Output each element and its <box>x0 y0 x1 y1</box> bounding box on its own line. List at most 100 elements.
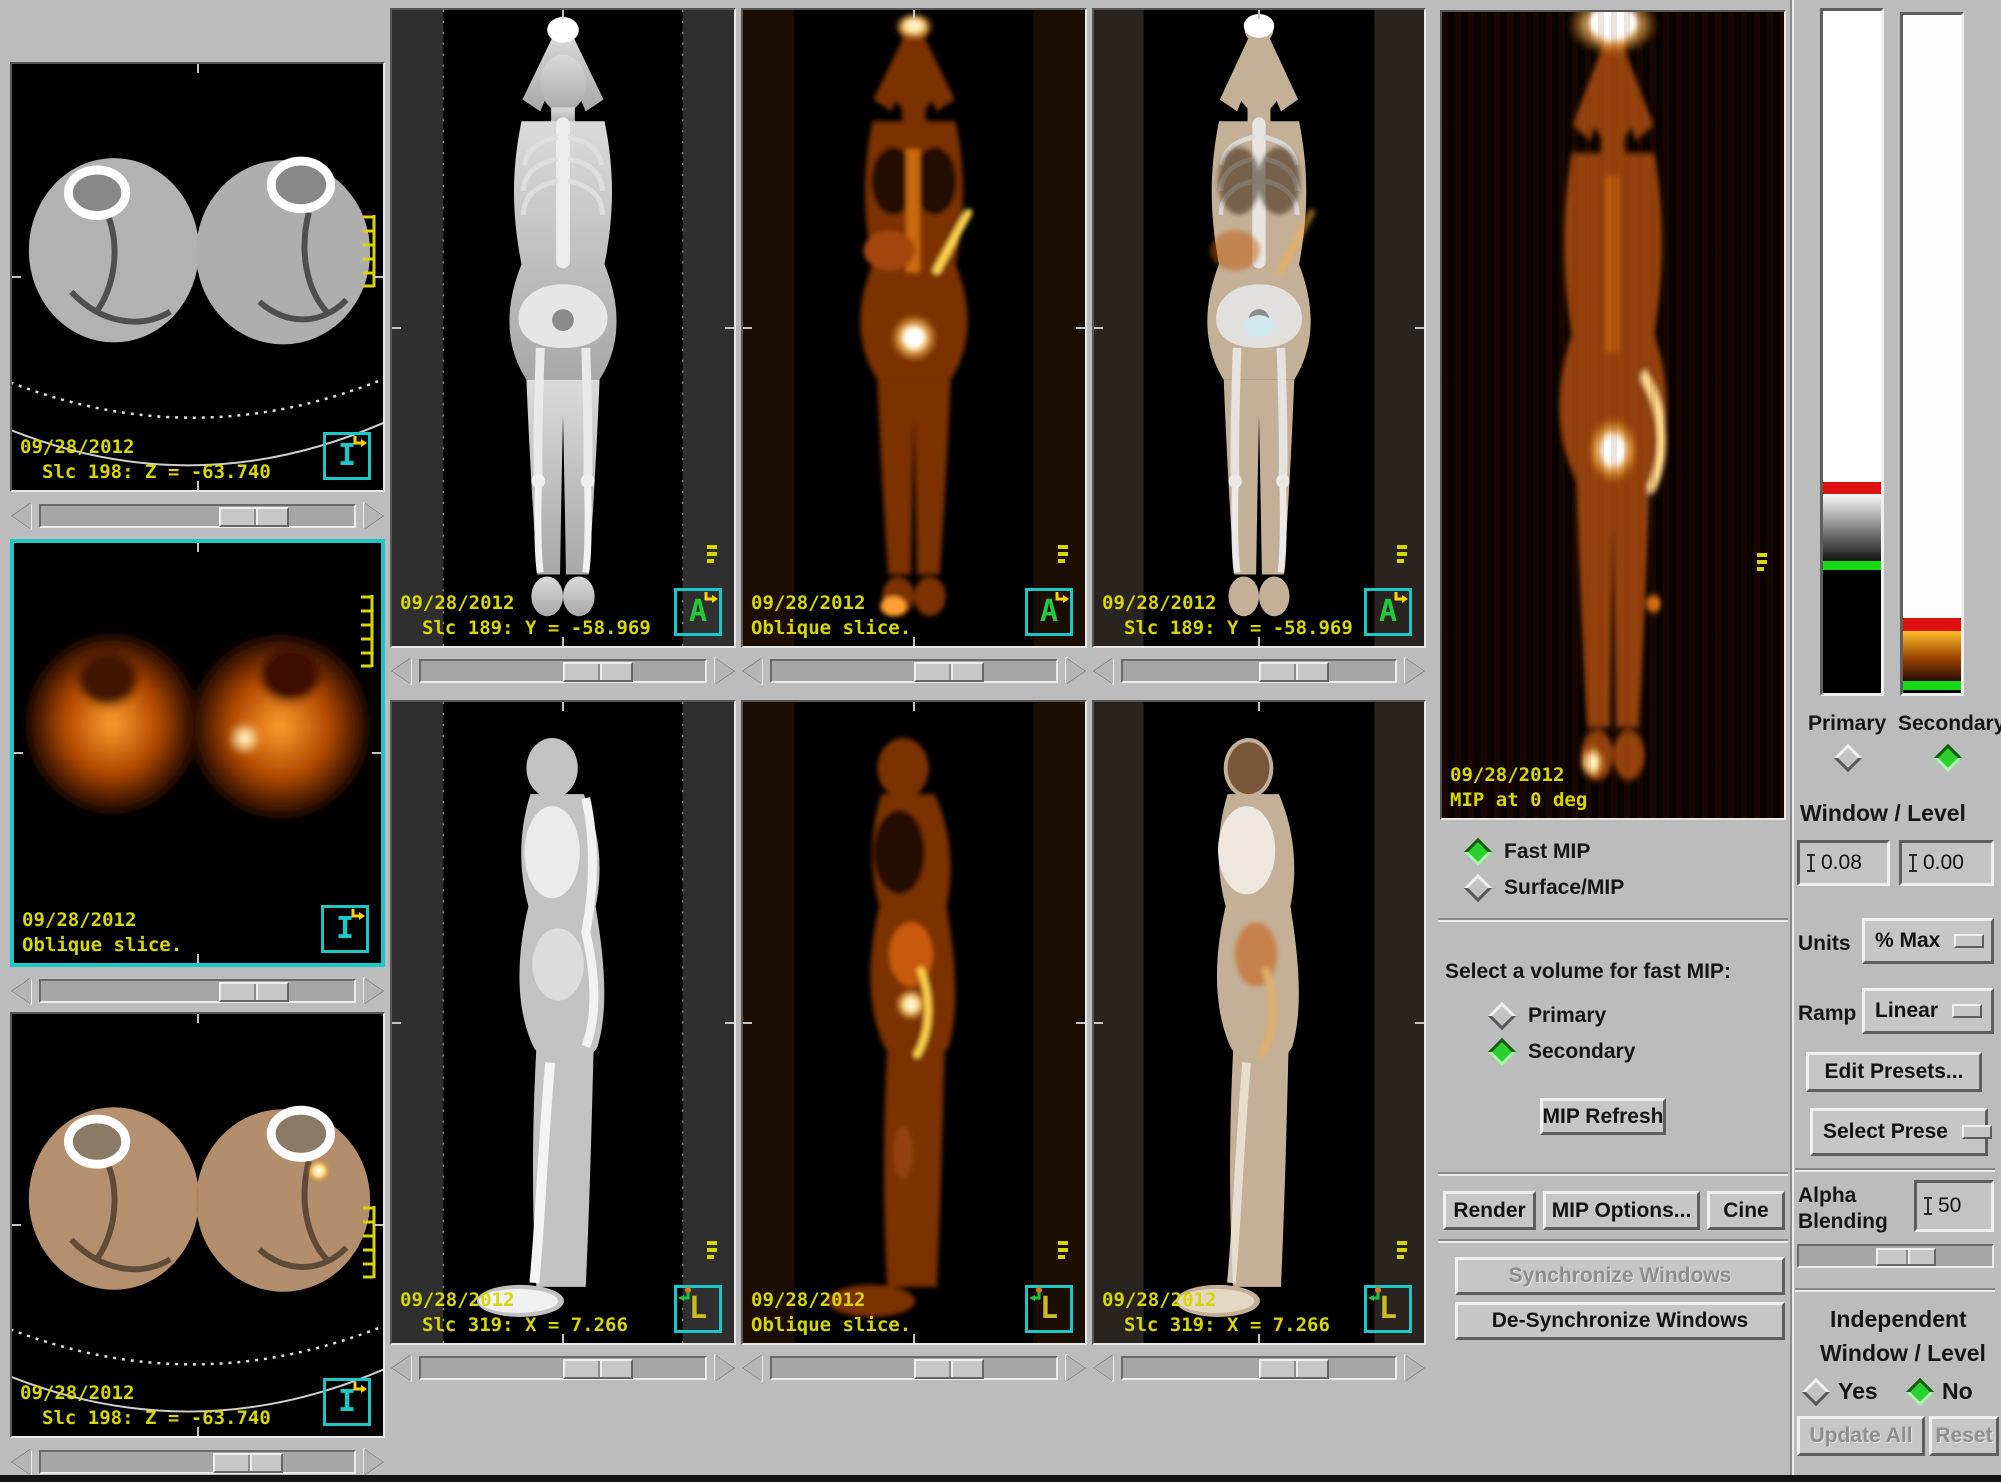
scrollbar-thumb[interactable] <box>563 662 633 682</box>
window-lower-marker[interactable] <box>1823 561 1881 571</box>
scroll-right-arrow[interactable] <box>715 658 734 684</box>
cine-button[interactable]: Cine <box>1707 1191 1785 1230</box>
scrollbar-track[interactable] <box>1121 659 1397 683</box>
scrollbar-thumb[interactable] <box>1259 662 1329 682</box>
slice-scrollbar[interactable] <box>10 1446 385 1478</box>
ramp-dropdown[interactable]: Linear <box>1862 988 1994 1034</box>
slider-thumb[interactable] <box>1876 1248 1936 1266</box>
radio-diamond[interactable] <box>1464 874 1492 902</box>
surface-mip-radio[interactable]: Surface/MIP <box>1468 876 1624 900</box>
fast-mip-radio[interactable]: Fast MIP <box>1468 840 1590 864</box>
viewport-mip[interactable]: 09/28/2012 MIP at 0 deg <box>1440 10 1786 820</box>
scrollbar-track[interactable] <box>39 979 356 1003</box>
independent-yes-radio[interactable]: Yes <box>1806 1378 1878 1405</box>
scrollbar-track[interactable] <box>770 1356 1058 1380</box>
scrollbar-thumb[interactable] <box>1259 1359 1329 1379</box>
primary-colorbar[interactable] <box>1820 8 1884 696</box>
radio-diamond[interactable] <box>1464 838 1492 866</box>
scrollbar-thumb[interactable] <box>213 1453 283 1473</box>
viewport-coronal-pet[interactable]: 09/28/2012 Oblique slice. A <box>741 8 1087 648</box>
primary-colorbar-radio[interactable] <box>1834 744 1862 772</box>
scroll-right-arrow[interactable] <box>715 1355 734 1381</box>
scroll-right-arrow[interactable] <box>1066 658 1085 684</box>
scroll-right-arrow[interactable] <box>364 978 383 1004</box>
primary-volume-radio[interactable]: Primary <box>1492 1004 1606 1028</box>
scrollbar-track[interactable] <box>39 504 356 528</box>
scroll-right-arrow[interactable] <box>1405 658 1424 684</box>
render-button[interactable]: Render <box>1443 1191 1536 1230</box>
radio-diamond[interactable] <box>1488 1038 1516 1066</box>
secondary-colorbar-radio[interactable] <box>1934 744 1962 772</box>
scrollbar-track[interactable] <box>770 659 1058 683</box>
window-upper-marker[interactable] <box>1903 618 1961 630</box>
text-cursor-icon <box>1923 1195 1933 1217</box>
desynchronize-windows-button[interactable]: De-Synchronize Windows <box>1455 1302 1785 1340</box>
scrollbar-track[interactable] <box>39 1450 356 1474</box>
reset-button[interactable]: Reset <box>1929 1416 1999 1456</box>
scrollbar-track[interactable] <box>419 659 707 683</box>
viewport-sagittal-pet[interactable]: 09/28/2012 Oblique slice. L <box>741 700 1087 1345</box>
units-dropdown[interactable]: % Max <box>1862 918 1994 964</box>
scrollbar-thumb[interactable] <box>219 982 289 1002</box>
scrollbar-thumb[interactable] <box>914 1359 984 1379</box>
scroll-left-arrow[interactable] <box>743 658 762 684</box>
mip-options-button[interactable]: MIP Options... <box>1543 1191 1700 1230</box>
scrollbar-track[interactable] <box>419 1356 707 1380</box>
viewport-axial-fused[interactable]: 09/28/2012 Slc 198: Z = -63.740 I <box>10 1012 385 1438</box>
slice-scrollbar[interactable] <box>741 655 1087 687</box>
alpha-blending-input[interactable]: 50 <box>1914 1180 1994 1232</box>
level-value-input[interactable]: 0.00 <box>1899 840 1994 886</box>
edit-presets-button[interactable]: Edit Presets... <box>1806 1052 1982 1092</box>
scrollbar-thumb[interactable] <box>914 662 984 682</box>
radio-diamond[interactable] <box>1906 1377 1934 1405</box>
viewport-coronal-fused[interactable]: 09/28/2012 Slc 189: Y = -58.969 A <box>1092 8 1426 648</box>
scroll-left-arrow[interactable] <box>12 503 31 529</box>
slice-scrollbar[interactable] <box>390 655 736 687</box>
radio-diamond[interactable] <box>1488 1002 1516 1030</box>
independent-no-radio[interactable]: No <box>1910 1378 1973 1405</box>
secondary-colorbar[interactable] <box>1900 12 1964 696</box>
scrollbar-thumb[interactable] <box>219 507 289 527</box>
scrollbar-thumb[interactable] <box>563 1359 633 1379</box>
scroll-left-arrow[interactable] <box>12 1449 31 1475</box>
slice-scrollbar[interactable] <box>10 975 385 1007</box>
secondary-volume-radio[interactable]: Secondary <box>1492 1040 1635 1064</box>
viewport-coronal-ct[interactable]: 09/28/2012 Slc 189: Y = -58.969 A <box>390 8 736 648</box>
viewport-axial-pet[interactable]: 09/28/2012 Oblique slice. I <box>10 539 385 967</box>
scroll-left-arrow[interactable] <box>743 1355 762 1381</box>
scroll-right-arrow[interactable] <box>364 503 383 529</box>
window-upper-marker[interactable] <box>1823 482 1881 494</box>
text-cursor-icon <box>1908 852 1918 874</box>
window-value-input[interactable]: 0.08 <box>1797 840 1890 886</box>
scroll-right-arrow[interactable] <box>1066 1355 1085 1381</box>
viewport-sagittal-ct[interactable]: 09/28/2012 Slc 319: X = 7.266 L <box>390 700 736 1345</box>
scrollbar-track[interactable] <box>1121 1356 1397 1380</box>
overlay-mip-label: MIP at 0 deg <box>1450 789 1587 811</box>
surface-mip-label: Surface/MIP <box>1504 876 1624 900</box>
scroll-right-arrow[interactable] <box>1405 1355 1424 1381</box>
rotation-arrow-icon <box>350 1379 370 1399</box>
viewport-sagittal-fused[interactable]: 09/28/2012 Slc 319: X = 7.266 L <box>1092 700 1426 1345</box>
slice-scrollbar[interactable] <box>741 1352 1087 1384</box>
scroll-right-arrow[interactable] <box>364 1449 383 1475</box>
scroll-left-arrow[interactable] <box>392 1355 411 1381</box>
viewport-axial-ct[interactable]: 09/28/2012 Slc 198: Z = -63.740 I <box>10 62 385 492</box>
scroll-left-arrow[interactable] <box>1094 1355 1113 1381</box>
scroll-left-arrow[interactable] <box>12 978 31 1004</box>
scroll-left-arrow[interactable] <box>1094 658 1113 684</box>
update-all-button[interactable]: Update All <box>1797 1416 1925 1456</box>
slice-scrollbar[interactable] <box>1092 655 1426 687</box>
mip-image <box>1442 12 1784 818</box>
crosshair-tick <box>1076 327 1085 329</box>
scroll-left-arrow[interactable] <box>392 658 411 684</box>
mip-refresh-button[interactable]: MIP Refresh <box>1540 1098 1666 1135</box>
slice-scrollbar[interactable] <box>1092 1352 1426 1384</box>
ramp-label: Ramp <box>1798 1002 1856 1026</box>
alpha-blending-slider[interactable] <box>1797 1244 1994 1268</box>
overlay-date: 09/28/2012 <box>1102 592 1216 614</box>
radio-diamond[interactable] <box>1802 1377 1830 1405</box>
slice-scrollbar[interactable] <box>10 500 385 532</box>
slice-scrollbar[interactable] <box>390 1352 736 1384</box>
window-lower-marker[interactable] <box>1903 681 1961 690</box>
select-preset-dropdown[interactable]: Select Prese <box>1810 1108 1988 1156</box>
